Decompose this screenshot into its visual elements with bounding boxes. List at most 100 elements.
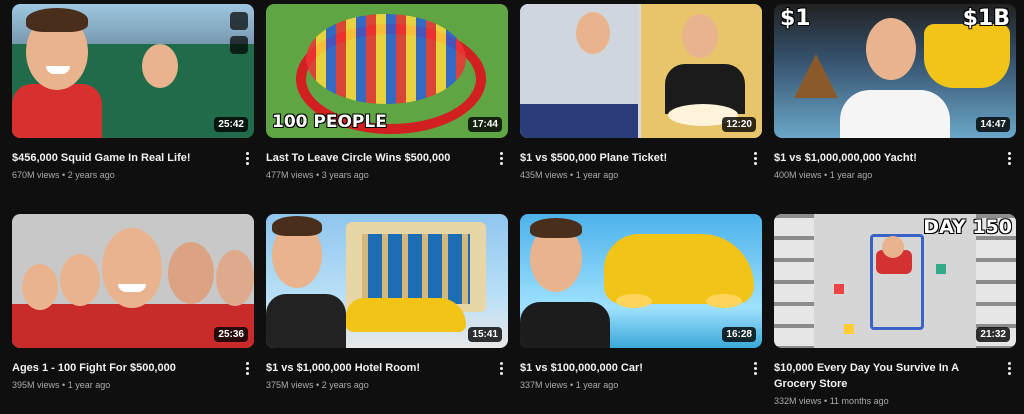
view-count: 395M views [12, 380, 60, 390]
upload-age: 1 year ago [67, 380, 111, 390]
video-meta: Last To Leave Circle Wins $500,000 477M … [266, 138, 508, 180]
thumbnail-art [774, 214, 814, 348]
thumbnail-art [26, 8, 88, 32]
video-meta: $10,000 Every Day You Survive In A Groce… [774, 348, 1016, 406]
view-count: 400M views [774, 170, 822, 180]
video-meta: Ages 1 - 100 Fight For $500,000 395M vie… [12, 348, 254, 390]
thumbnail-art [844, 324, 854, 334]
more-options-icon[interactable] [750, 360, 760, 376]
video-thumbnail[interactable]: $1 $1B 14:47 [774, 4, 1016, 138]
video-thumbnail[interactable]: 100 PEOPLE 17:44 [266, 4, 508, 138]
thumbnail-art [306, 14, 466, 104]
video-card[interactable]: 12:20 $1 vs $500,000 Plane Ticket! 435M … [520, 4, 762, 214]
view-count: 477M views [266, 170, 314, 180]
video-card[interactable]: 100 PEOPLE 17:44 Last To Leave Circle Wi… [266, 4, 508, 214]
video-title[interactable]: Ages 1 - 100 Fight For $500,000 [12, 360, 234, 376]
thumbnail-art [924, 24, 1010, 88]
video-title[interactable]: $456,000 Squid Game In Real Life! [12, 150, 234, 166]
video-thumbnail[interactable]: 16:28 [520, 214, 762, 348]
separator: • [316, 380, 320, 390]
thumbnail-face [882, 236, 904, 258]
video-title[interactable]: $1 vs $1,000,000,000 Yacht! [774, 150, 996, 166]
thumbnail-art [794, 54, 838, 98]
thumbnail-art [118, 284, 146, 292]
thumbnail-art [616, 294, 652, 308]
video-thumbnail[interactable]: 25:36 [12, 214, 254, 348]
thumbnail-face [216, 250, 254, 306]
video-duration: 16:28 [722, 327, 756, 342]
view-count: 332M views [774, 396, 822, 406]
thumbnail-face [168, 242, 214, 304]
video-title[interactable]: $1 vs $500,000 Plane Ticket! [520, 150, 742, 166]
thumbnail-art [936, 264, 946, 274]
video-card[interactable]: 25:42 $456,000 Squid Game In Real Life! … [12, 4, 254, 214]
upload-age: 1 year ago [575, 170, 619, 180]
thumbnail-art [834, 284, 844, 294]
video-meta: $1 vs $1,000,000 Hotel Room! 375M views … [266, 348, 508, 390]
video-thumbnail[interactable]: DAY 150 21:32 [774, 214, 1016, 348]
video-duration: 25:42 [214, 117, 248, 132]
thumbnail-art [346, 298, 466, 332]
thumbnail-art [272, 216, 322, 236]
separator: • [316, 170, 320, 180]
video-meta: $1 vs $100,000,000 Car! 337M views • 1 y… [520, 348, 762, 390]
video-card[interactable]: 25:36 Ages 1 - 100 Fight For $500,000 39… [12, 214, 254, 414]
video-duration: 21:32 [976, 327, 1010, 342]
video-info: 670M views • 2 years ago [12, 170, 234, 180]
video-grid: 25:42 $456,000 Squid Game In Real Life! … [12, 4, 1016, 414]
thumbnail-face [682, 14, 718, 58]
thumbnail-art [266, 294, 346, 348]
more-options-icon[interactable] [242, 150, 252, 166]
thumbnail-face [866, 18, 916, 80]
video-duration: 15:41 [468, 327, 502, 342]
thumbnail-art [530, 218, 582, 238]
more-options-icon[interactable] [496, 360, 506, 376]
video-duration: 25:36 [214, 327, 248, 342]
more-options-icon[interactable] [242, 360, 252, 376]
more-options-icon[interactable] [496, 150, 506, 166]
queue-icon[interactable] [230, 36, 248, 54]
upload-age: 3 years ago [321, 170, 369, 180]
video-duration: 12:20 [722, 117, 756, 132]
video-card[interactable]: 16:28 $1 vs $100,000,000 Car! 337M views… [520, 214, 762, 414]
video-thumbnail[interactable]: 12:20 [520, 4, 762, 138]
separator: • [62, 170, 66, 180]
video-duration: 17:44 [468, 117, 502, 132]
upload-age: 2 years ago [67, 170, 115, 180]
separator: • [62, 380, 66, 390]
thumbnail-art [706, 294, 742, 308]
thumbnail-face [60, 254, 100, 306]
video-info: 395M views • 1 year ago [12, 380, 234, 390]
video-meta: $1 vs $1,000,000,000 Yacht! 400M views •… [774, 138, 1016, 180]
video-thumbnail[interactable]: 15:41 [266, 214, 508, 348]
thumbnail-face [102, 228, 162, 308]
separator: • [824, 170, 828, 180]
video-info: 435M views • 1 year ago [520, 170, 742, 180]
video-info: 375M views • 2 years ago [266, 380, 488, 390]
more-options-icon[interactable] [1004, 360, 1014, 376]
more-options-icon[interactable] [750, 150, 760, 166]
upload-age: 1 year ago [575, 380, 619, 390]
more-options-icon[interactable] [1004, 150, 1014, 166]
video-title[interactable]: $1 vs $100,000,000 Car! [520, 360, 742, 376]
video-thumbnail[interactable]: 25:42 [12, 4, 254, 138]
video-title[interactable]: Last To Leave Circle Wins $500,000 [266, 150, 488, 166]
thumbnail-face [22, 264, 58, 310]
view-count: 670M views [12, 170, 60, 180]
video-card[interactable]: DAY 150 21:32 $10,000 Every Day You Surv… [774, 214, 1016, 414]
video-meta: $1 vs $500,000 Plane Ticket! 435M views … [520, 138, 762, 180]
video-meta: $456,000 Squid Game In Real Life! 670M v… [12, 138, 254, 180]
video-title[interactable]: $10,000 Every Day You Survive In A Groce… [774, 360, 996, 392]
video-info: 400M views • 1 year ago [774, 170, 996, 180]
video-card[interactable]: 15:41 $1 vs $1,000,000 Hotel Room! 375M … [266, 214, 508, 414]
video-info: 337M views • 1 year ago [520, 380, 742, 390]
video-card[interactable]: $1 $1B 14:47 $1 vs $1,000,000,000 Yacht!… [774, 4, 1016, 214]
video-info: 477M views • 3 years ago [266, 170, 488, 180]
upload-age: 2 years ago [321, 380, 369, 390]
thumbnail-art [362, 234, 470, 304]
view-count: 375M views [266, 380, 314, 390]
clock-icon[interactable] [230, 12, 248, 30]
thumbnail-face [576, 12, 610, 54]
separator: • [570, 380, 574, 390]
video-title[interactable]: $1 vs $1,000,000 Hotel Room! [266, 360, 488, 376]
